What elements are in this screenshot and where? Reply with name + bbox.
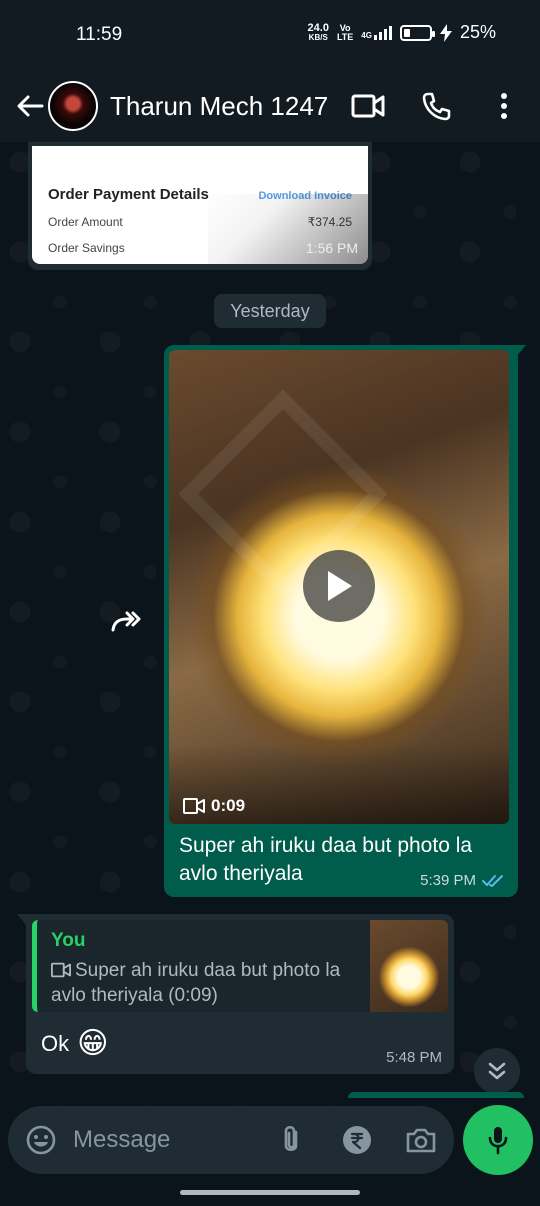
contact-avatar[interactable] [48, 81, 98, 131]
invoice-row: Order Amount ₹374.25 [48, 215, 352, 229]
video-thumbnail[interactable]: 0:09 [169, 350, 509, 824]
voice-message-button[interactable] [463, 1105, 533, 1175]
composer-bar [0, 1100, 540, 1180]
play-icon [328, 571, 352, 601]
reply-message[interactable]: You Super ah iruku daa but photo la avlo… [17, 914, 454, 1074]
play-button[interactable] [303, 550, 375, 622]
status-time: 11:59 [76, 24, 123, 45]
message-time: 5:48 PM [386, 1049, 442, 1066]
double-check-icon [482, 874, 503, 887]
message-text: Ok 😁 [41, 1027, 109, 1060]
rupee-icon [343, 1126, 371, 1154]
voice-call-icon [422, 92, 451, 121]
message-input[interactable] [73, 1120, 263, 1160]
camera-icon [406, 1128, 436, 1153]
volte-icon: Vo LTE [336, 22, 354, 42]
quoted-author: You [51, 930, 86, 951]
video-camera-icon [183, 798, 205, 814]
invoice-title: Order Payment Details [48, 186, 209, 203]
forward-button[interactable] [106, 603, 148, 639]
battery-icon [399, 24, 435, 41]
battery-percent: 25% [459, 22, 496, 42]
more-vert-icon [501, 93, 507, 119]
video-call-button[interactable] [346, 84, 390, 128]
home-indicator[interactable] [180, 1190, 360, 1195]
chat-header: Tharun Mech 1247 [0, 70, 540, 142]
message-time: 5:39 PM [420, 872, 476, 889]
network-speed: 24.0 KB/S [307, 21, 329, 42]
header-actions [346, 84, 526, 128]
status-icons: 24.0 KB/S Vo LTE 4G 25% [308, 22, 496, 43]
download-invoice-link: Download Invoice [258, 190, 352, 202]
emoji-button[interactable] [19, 1118, 63, 1162]
video-message[interactable]: 0:09 Super ah iruku daa but photo la avl… [164, 345, 526, 897]
attach-button[interactable] [269, 1118, 313, 1162]
charging-icon [439, 23, 452, 42]
grin-emoji: 😁 [77, 1027, 109, 1060]
invoice-image[interactable]: Order Payment Details Download Invoice O… [32, 146, 368, 264]
video-camera-icon [51, 962, 71, 978]
video-call-icon [351, 94, 385, 118]
video-duration: 0:09 [183, 796, 245, 816]
quoted-thumbnail [370, 920, 448, 1012]
forward-icon [111, 611, 141, 632]
payment-button[interactable] [335, 1118, 379, 1162]
composer [8, 1106, 454, 1174]
back-arrow-icon [17, 95, 44, 117]
message-time: 1:56 PM [305, 240, 358, 256]
scroll-to-bottom-button[interactable] [474, 1048, 520, 1094]
camera-button[interactable] [399, 1118, 443, 1162]
signal-icon: 4G [361, 25, 392, 40]
more-options-button[interactable] [482, 84, 526, 128]
quoted-message[interactable]: You Super ah iruku daa but photo la avlo… [32, 920, 448, 1012]
emoji-icon [26, 1125, 56, 1155]
voice-call-button[interactable] [414, 84, 458, 128]
date-separator: Yesterday [214, 294, 326, 328]
double-chevron-down-icon [488, 1062, 506, 1080]
mic-icon [488, 1127, 508, 1155]
quoted-text: Super ah iruku daa but photo la avlo the… [51, 960, 341, 1006]
invoice-image-message[interactable]: Order Payment Details Download Invoice O… [28, 142, 372, 270]
back-button[interactable] [8, 84, 52, 128]
status-bar: 11:59 24.0 KB/S Vo LTE 4G 25% [0, 0, 540, 70]
chat-area[interactable]: Order Payment Details Download Invoice O… [0, 142, 540, 1106]
contact-name[interactable]: Tharun Mech 1247 [110, 91, 350, 122]
message-meta: 5:39 PM [420, 872, 504, 889]
attach-icon [284, 1125, 298, 1152]
